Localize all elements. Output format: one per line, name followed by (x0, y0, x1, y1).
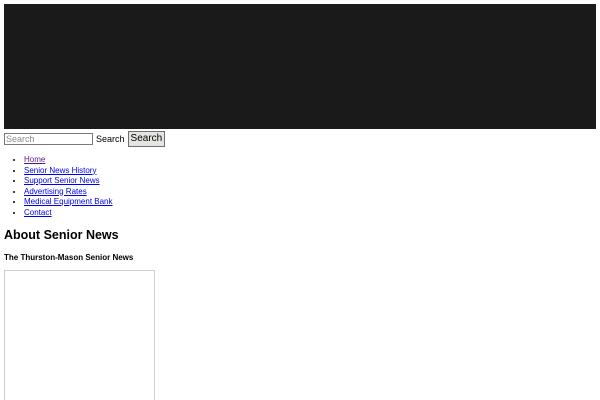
main-nav: Home Senior News History Support Senior … (4, 155, 113, 218)
nav-item-senior-news-history: Senior News History (24, 166, 113, 177)
nav-link-contact[interactable]: Contact (24, 208, 52, 217)
header-banner (4, 4, 596, 129)
nav-link-medical-equipment-bank[interactable]: Medical Equipment Bank (24, 197, 113, 206)
search-form: Search Search (4, 131, 166, 147)
nav-item-support-senior-news: Support Senior News (24, 176, 113, 187)
nav-link-home[interactable]: Home (24, 155, 45, 164)
search-label: Search (96, 134, 125, 144)
nav-item-medical-equipment-bank: Medical Equipment Bank (24, 197, 113, 208)
nav-item-contact: Contact (24, 208, 113, 219)
search-input[interactable] (4, 133, 93, 145)
page-subtitle: The Thurston-Mason Senior News (4, 253, 134, 262)
nav-item-advertising-rates: Advertising Rates (24, 187, 113, 198)
nav-link-support-senior-news[interactable]: Support Senior News (24, 176, 100, 185)
nav-link-advertising-rates[interactable]: Advertising Rates (24, 187, 87, 196)
page-title: About Senior News (4, 228, 119, 242)
nav-link-senior-news-history[interactable]: Senior News History (24, 166, 96, 175)
page: Search Search Home Senior News History S… (0, 0, 600, 400)
search-button[interactable]: Search (127, 131, 166, 147)
content-image-placeholder (4, 270, 155, 400)
nav-item-home: Home (24, 155, 113, 166)
